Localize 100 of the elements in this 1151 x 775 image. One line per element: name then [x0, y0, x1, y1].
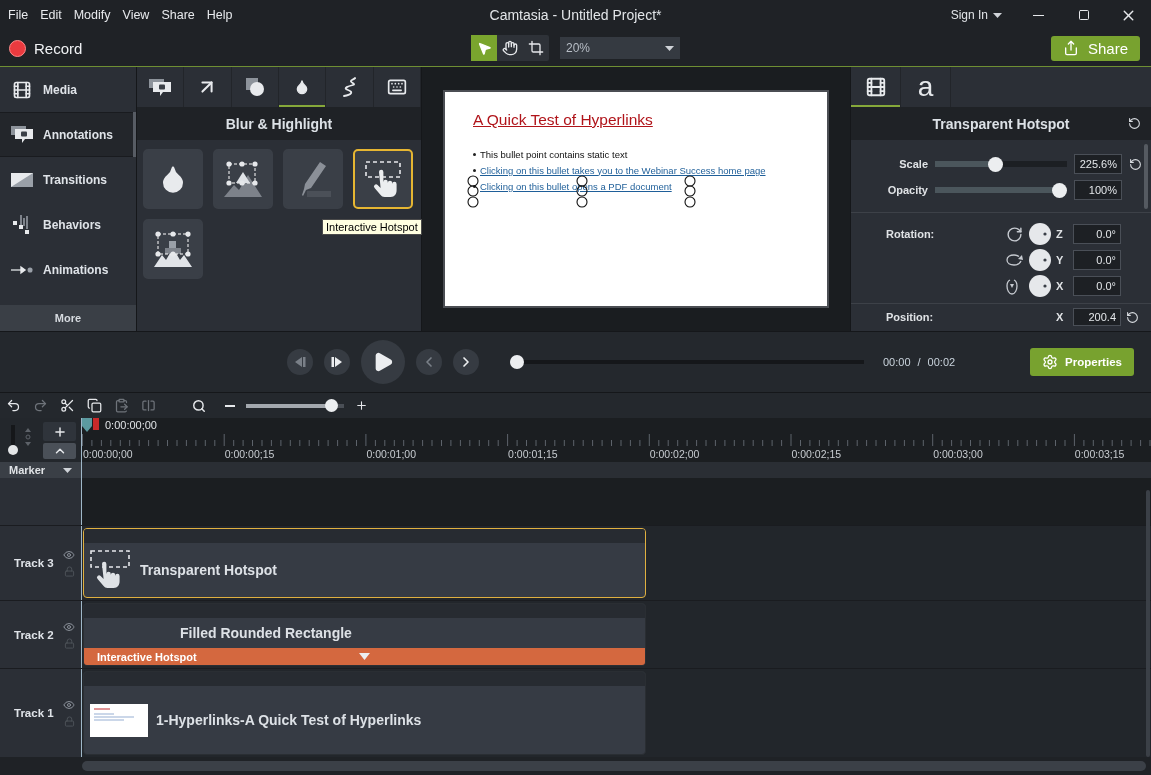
annotation-tile[interactable]: [143, 219, 203, 279]
slider-thumb[interactable]: [325, 399, 339, 412]
slide-title: A Quick Test of Hyperlinks: [473, 111, 653, 129]
slider-thumb[interactable]: [987, 156, 1003, 172]
menu-item[interactable]: Modify: [67, 8, 117, 22]
annotation-tile[interactable]: [283, 149, 343, 209]
reset-icon[interactable]: [1126, 310, 1139, 324]
property-label: Scale: [898, 158, 928, 170]
sidebar-item[interactable]: Animations: [0, 247, 136, 292]
share-icon: [1063, 40, 1079, 56]
property-value-field[interactable]: 200.4: [1073, 308, 1121, 326]
sidebar-item[interactable]: Media: [0, 67, 136, 112]
add-track-button[interactable]: [43, 422, 76, 441]
slider-thumb[interactable]: [510, 355, 524, 369]
speech-bubble-icon: [149, 78, 172, 96]
axis-label: X: [1056, 311, 1065, 323]
sidebar-item[interactable]: Transitions: [0, 157, 136, 202]
step-forward-button[interactable]: [324, 349, 350, 375]
next-button[interactable]: [453, 349, 479, 375]
menu-item[interactable]: Help: [200, 8, 239, 22]
annotation-type-tab[interactable]: [279, 67, 327, 107]
ruler-label: 0:00:00;15: [223, 448, 275, 460]
dashed-box-hand-icon: [363, 159, 403, 199]
properties-tab[interactable]: [851, 67, 901, 107]
keyboard-icon: [386, 77, 407, 97]
scrollbar[interactable]: [82, 761, 1146, 771]
reset-icon[interactable]: [1129, 157, 1142, 171]
track-label: Track 2: [14, 628, 55, 641]
more-button[interactable]: More: [0, 305, 136, 331]
annotation-tile[interactable]: [143, 149, 203, 209]
shapes-icon: [245, 78, 264, 96]
track-label: Track 1: [14, 707, 55, 719]
reset-icon[interactable]: [1127, 117, 1141, 130]
film-icon: [864, 76, 887, 98]
menu-item[interactable]: Edit: [34, 8, 68, 22]
selection-handles[interactable]: [467, 175, 699, 209]
panel-heading: Blur & Highlight: [225, 115, 333, 132]
timeline-clip[interactable]: 1-Hyperlinks-A Quick Test of Hyperlinks: [83, 671, 646, 755]
playhead-time: 0:00:00;00: [105, 419, 157, 431]
framed-mountain-icon: [223, 160, 263, 198]
eye-icon[interactable]: [63, 620, 75, 633]
menu-item[interactable]: View: [116, 8, 156, 22]
slider-thumb[interactable]: [8, 445, 18, 455]
play-button[interactable]: [361, 340, 405, 384]
ruler-label: 0:00:01;15: [507, 448, 558, 460]
annotation-tile[interactable]: [353, 149, 413, 209]
eye-icon[interactable]: [63, 699, 75, 711]
property-value-field[interactable]: 0.0°: [1073, 224, 1121, 244]
eye-icon[interactable]: [63, 549, 75, 561]
property-label: Rotation:: [885, 228, 936, 240]
scrollbar[interactable]: [1144, 144, 1148, 209]
property-value-field[interactable]: 0.0°: [1073, 276, 1121, 296]
timeline-clip[interactable]: Transparent Hotspot: [83, 528, 646, 598]
horizontal-rotate-icon: [1006, 254, 1024, 266]
minus-icon: [225, 404, 235, 407]
arrow-dot-icon: [11, 264, 33, 275]
plus-icon: [52, 424, 67, 439]
split-icon: [141, 398, 156, 413]
property-value-field[interactable]: 225.6%: [1074, 154, 1122, 174]
menu-item[interactable]: Share: [155, 8, 201, 22]
collapse-button[interactable]: [43, 443, 76, 459]
marker-dropdown[interactable]: Marker: [0, 462, 81, 478]
caret-icon[interactable]: [359, 653, 370, 660]
ruler-label: 0:00:02;15: [790, 448, 842, 460]
playhead-icon[interactable]: [82, 418, 100, 432]
panel-heading: Transparent Hotspot: [932, 115, 1070, 132]
plus-icon: [354, 399, 368, 412]
timeline-clip[interactable]: Filled Rounded Rectangle Interactive Hotspot: [83, 603, 646, 666]
rotation-dial[interactable]: [1029, 249, 1051, 271]
up-down-arrows-icon: [25, 428, 31, 446]
menu-item[interactable]: File: [2, 8, 35, 22]
falling-squares-icon: [13, 214, 31, 235]
rotate-clockwise-icon: [1006, 225, 1023, 243]
bullet-dot-icon: [473, 152, 476, 156]
ruler-label: 0:00:03;15: [1073, 448, 1125, 460]
property-value-field[interactable]: 100%: [1074, 180, 1122, 200]
slide-thumbnail: [90, 703, 148, 737]
search-icon: [192, 398, 206, 413]
rotation-dial[interactable]: [1029, 275, 1051, 297]
axis-label: Y: [1056, 254, 1065, 266]
slider-thumb[interactable]: [1052, 182, 1067, 198]
caret-icon: [993, 12, 1002, 18]
undo-icon: [6, 398, 21, 413]
ruler-label: 0:00:01;00: [365, 448, 416, 460]
scissors-icon: [60, 398, 75, 413]
sign-in-button[interactable]: Sign In: [950, 8, 1002, 22]
track-height-slider[interactable]: [8, 425, 18, 455]
property-value-field[interactable]: 0.0°: [1073, 250, 1121, 270]
record-button[interactable]: Record: [9, 39, 83, 57]
rotation-dial[interactable]: [1029, 223, 1051, 245]
squiggle-icon: [342, 77, 357, 97]
sidebar-item[interactable]: Behaviors: [0, 202, 136, 247]
slide-link[interactable]: Clicking on this bullet takes you to the Webinar Success home page: [480, 164, 766, 176]
zoom-dropdown[interactable]: 20%: [560, 37, 680, 59]
sidebar-item[interactable]: Annotations: [0, 112, 136, 157]
annotation-tile[interactable]: [213, 149, 273, 209]
duration-time: 00:02: [927, 356, 956, 368]
film-icon: [12, 79, 32, 100]
pointer-icon: [476, 40, 492, 56]
window-title: Camtasia - Untitled Project*: [489, 7, 662, 23]
